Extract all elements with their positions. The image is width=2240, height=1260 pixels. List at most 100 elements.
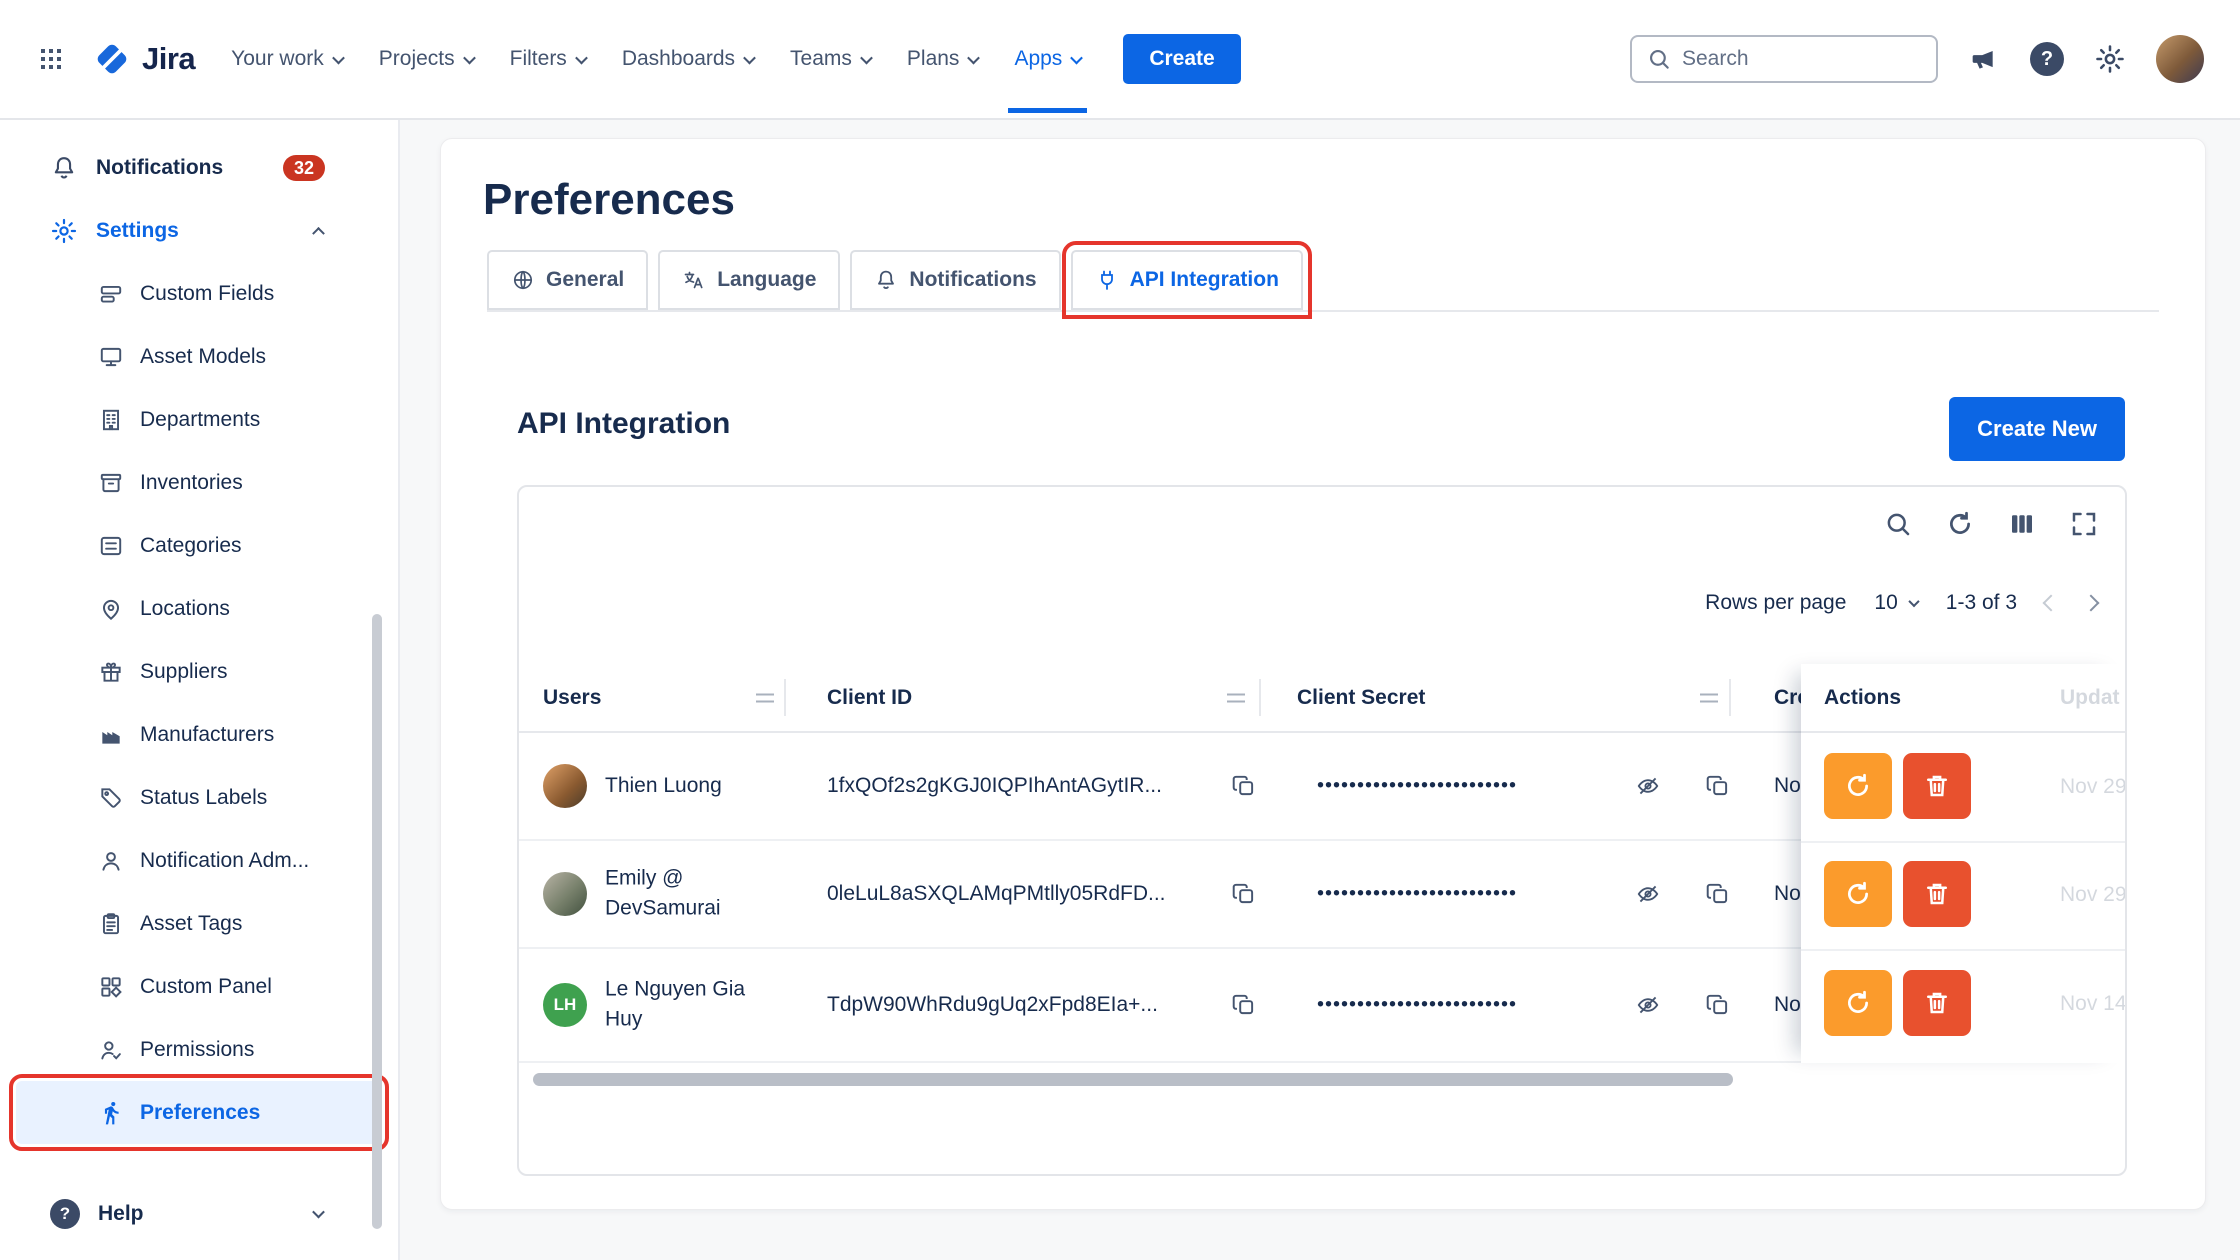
chevron-down-icon — [575, 51, 588, 64]
avatar — [543, 872, 587, 916]
tab-api-integration[interactable]: API Integration — [1071, 250, 1303, 310]
create-button[interactable]: Create — [1123, 34, 1240, 84]
app-switcher-icon[interactable] — [36, 44, 66, 74]
rows-per-page-select[interactable]: 10 — [1874, 591, 1917, 615]
nav-plans[interactable]: Plans — [907, 47, 979, 71]
created-at-truncated: Nov — [1774, 774, 1803, 798]
sidebar-item-departments[interactable]: Departments — [0, 388, 398, 451]
sidebar-item-help[interactable]: ? Help — [0, 1182, 398, 1245]
create-new-button[interactable]: Create New — [1949, 397, 2125, 461]
topbar-right: ? — [1630, 35, 2204, 83]
eye-off-icon[interactable] — [1635, 992, 1661, 1018]
regenerate-button[interactable] — [1824, 970, 1892, 1036]
tab-language[interactable]: Language — [658, 250, 840, 310]
sidebar-item-settings[interactable]: Settings — [0, 199, 398, 262]
sidebar-item-preferences[interactable]: Preferences — [16, 1081, 382, 1144]
horizontal-scrollbar[interactable] — [533, 1073, 1733, 1086]
search-input[interactable] — [1682, 47, 1922, 71]
sidebar-item-custom-panel[interactable]: Custom Panel — [0, 955, 398, 1018]
sidebar-item-asset-models[interactable]: Asset Models — [0, 325, 398, 388]
actions-panel: Actions Updat Nov 29 Nov 29 Nov 14 — [1801, 664, 2127, 1063]
regenerate-button[interactable] — [1824, 753, 1892, 819]
updated-column-ghost: Updat — [2060, 686, 2126, 710]
column-resize-handle[interactable] — [756, 693, 774, 702]
nav-projects[interactable]: Projects — [379, 47, 474, 71]
nav-filters[interactable]: Filters — [510, 47, 586, 71]
megaphone-icon[interactable] — [1968, 43, 2000, 75]
copy-icon[interactable] — [1231, 881, 1257, 907]
fullscreen-icon[interactable] — [2069, 509, 2099, 539]
chevron-down-icon — [743, 51, 756, 64]
jira-logo[interactable]: Jira — [92, 39, 195, 79]
pagination-range: 1-3 of 3 — [1946, 591, 2017, 615]
sidebar-item-suppliers[interactable]: Suppliers — [0, 640, 398, 703]
column-divider — [1259, 679, 1261, 716]
user-avatar[interactable] — [2156, 35, 2204, 83]
sidebar-item-permissions[interactable]: Permissions — [0, 1018, 398, 1081]
sidebar-item-inventories[interactable]: Inventories — [0, 451, 398, 514]
delete-button[interactable] — [1903, 753, 1971, 819]
user-name: Thien Luong — [605, 771, 780, 801]
nav-your-work[interactable]: Your work — [231, 47, 343, 71]
map-pin-icon — [98, 596, 124, 622]
column-divider — [1729, 679, 1731, 716]
table-toolbar — [1883, 509, 2099, 539]
copy-icon[interactable] — [1705, 773, 1731, 799]
next-page-button[interactable] — [2083, 595, 2100, 612]
tab-general[interactable]: General — [487, 250, 648, 310]
eye-off-icon[interactable] — [1635, 773, 1661, 799]
sidebar-item-locations[interactable]: Locations — [0, 577, 398, 640]
search-box[interactable] — [1630, 35, 1938, 83]
previous-page-button[interactable] — [2043, 595, 2060, 612]
copy-icon[interactable] — [1705, 881, 1731, 907]
refresh-icon[interactable] — [1945, 509, 1975, 539]
created-at-truncated: Nov — [1774, 882, 1803, 906]
globe-icon — [511, 268, 535, 292]
primary-nav: Your work Projects Filters Dashboards Te… — [231, 47, 1081, 71]
factory-icon — [98, 722, 124, 748]
sidebar-item-manufacturers[interactable]: Manufacturers — [0, 703, 398, 766]
bell-icon — [874, 268, 898, 292]
search-icon[interactable] — [1883, 509, 1913, 539]
sidebar-item-notification-admin[interactable]: Notification Adm... — [0, 829, 398, 892]
sidebar-scrollbar[interactable] — [372, 614, 382, 1229]
columns-icon[interactable] — [2007, 509, 2037, 539]
updated-value-ghost: Nov 29 — [2060, 775, 2126, 799]
settings-gear-icon[interactable] — [2094, 43, 2126, 75]
list-icon — [98, 533, 124, 559]
sidebar-item-custom-fields[interactable]: Custom Fields — [0, 262, 398, 325]
chevron-down-icon — [1908, 596, 1919, 607]
main-content: Preferences General Language Notificatio… — [400, 120, 2240, 1260]
nav-teams[interactable]: Teams — [790, 47, 871, 71]
trash-icon — [1922, 771, 1952, 801]
column-resize-handle[interactable] — [1700, 693, 1718, 702]
sidebar-item-notifications[interactable]: Notifications 32 — [0, 136, 398, 199]
tab-notifications[interactable]: Notifications — [850, 250, 1060, 310]
delete-button[interactable] — [1903, 861, 1971, 927]
copy-icon[interactable] — [1705, 992, 1731, 1018]
eye-off-icon[interactable] — [1635, 881, 1661, 907]
user-name: Emily @ DevSamurai — [605, 864, 780, 925]
help-icon[interactable]: ? — [2030, 42, 2064, 76]
person-icon — [98, 848, 124, 874]
delete-button[interactable] — [1903, 970, 1971, 1036]
client-id-value: 0leLuL8aSXQLAMqPMtlly05RdFD... — [827, 882, 1207, 906]
regenerate-button[interactable] — [1824, 861, 1892, 927]
column-client-secret: Client Secret — [1297, 686, 1425, 710]
column-resize-handle[interactable] — [1227, 693, 1245, 702]
chevron-down-icon — [312, 1206, 325, 1219]
topbar: Jira Your work Projects Filters Dashboar… — [0, 0, 2240, 120]
sidebar-item-asset-tags[interactable]: Asset Tags — [0, 892, 398, 955]
nav-apps[interactable]: Apps — [1014, 47, 1081, 71]
copy-icon[interactable] — [1231, 992, 1257, 1018]
chevron-down-icon — [968, 51, 981, 64]
client-secret-mask: ••••••••••••••••••••••••• — [1317, 994, 1622, 1017]
sidebar-item-categories[interactable]: Categories — [0, 514, 398, 577]
nav-dashboards[interactable]: Dashboards — [622, 47, 754, 71]
row-divider — [1801, 949, 2127, 951]
sidebar-item-status-labels[interactable]: Status Labels — [0, 766, 398, 829]
clipboard-icon — [98, 911, 124, 937]
updated-value-ghost: Nov 29 — [2060, 883, 2126, 907]
sidebar: Notifications 32 Settings Custom Fields … — [0, 120, 400, 1260]
copy-icon[interactable] — [1231, 773, 1257, 799]
